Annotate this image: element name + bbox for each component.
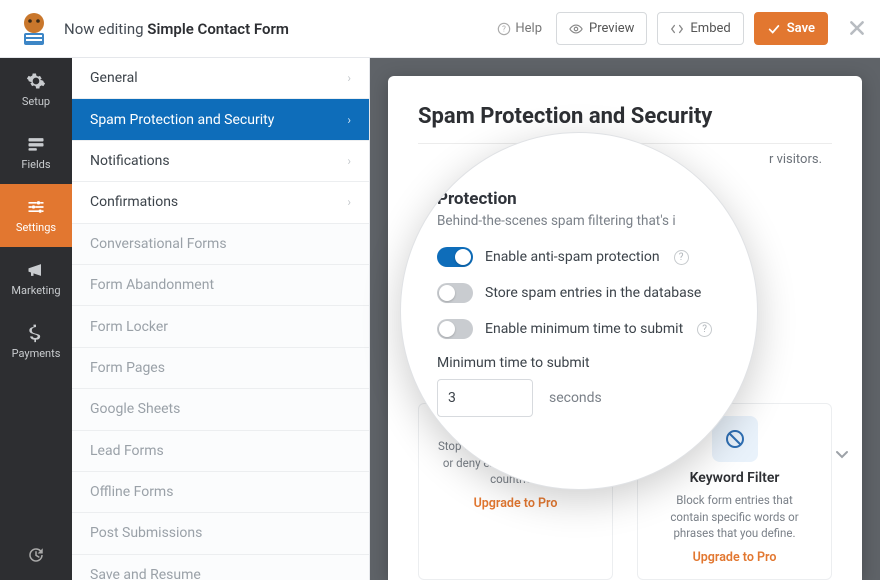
save-button[interactable]: Save	[754, 12, 828, 45]
side-item-abandonment[interactable]: Form Abandonment	[72, 265, 369, 306]
rail-label: Fields	[21, 158, 50, 171]
side-item-conversational[interactable]: Conversational Forms	[72, 224, 369, 265]
side-label: Form Locker	[90, 319, 168, 335]
option-min-time: Enable minimum time to submit ?	[437, 319, 721, 339]
embed-label: Embed	[690, 21, 730, 36]
section-subtext: Behind-the-scenes spam filtering that's …	[437, 213, 721, 229]
rail-label: Payments	[12, 347, 61, 360]
rail-label: Marketing	[11, 284, 60, 297]
editing-prefix: Now editing	[64, 20, 147, 38]
page-title: Spam Protection and Security	[418, 104, 832, 129]
side-label: General	[90, 70, 138, 86]
side-label: Lead Forms	[90, 443, 164, 459]
side-label: Conversational Forms	[90, 236, 227, 252]
code-icon	[670, 22, 684, 36]
side-label: Confirmations	[90, 194, 178, 210]
option-label: Enable minimum time to submit	[485, 321, 683, 337]
help-link[interactable]: ? Help	[497, 21, 542, 36]
min-time-input[interactable]	[437, 379, 533, 417]
collapse-chevron[interactable]	[834, 446, 850, 466]
topbar: Now editing Simple Contact Form ? Help P…	[0, 0, 880, 58]
svg-text:?: ?	[503, 24, 507, 33]
chevron-down-icon	[834, 446, 850, 462]
side-label: Offline Forms	[90, 484, 173, 500]
rail-item-settings[interactable]: Settings	[0, 184, 72, 247]
option-antispam: Enable anti-spam protection ?	[437, 247, 721, 267]
editing-title: Now editing Simple Contact Form	[64, 20, 289, 38]
rail-item-setup[interactable]: Setup	[0, 58, 72, 121]
side-item-leadforms[interactable]: Lead Forms	[72, 431, 369, 472]
fields-icon	[26, 134, 46, 154]
side-label: Notifications	[90, 153, 170, 169]
dollar-icon	[26, 323, 46, 343]
block-icon	[723, 427, 747, 451]
side-item-sheets[interactable]: Google Sheets	[72, 389, 369, 430]
preview-label: Preview	[589, 21, 634, 36]
preview-button[interactable]: Preview	[556, 12, 647, 45]
rail-history-button[interactable]	[0, 530, 72, 580]
side-item-locker[interactable]: Form Locker	[72, 306, 369, 347]
intro-text-tail: r visitors.	[769, 152, 822, 167]
help-label: Help	[515, 21, 542, 36]
min-time-unit: seconds	[549, 390, 602, 406]
option-store-spam: Store spam entries in the database	[437, 283, 721, 303]
zoom-lens: Protection Behind-the-scenes spam filter…	[400, 132, 758, 490]
gear-icon	[26, 71, 46, 91]
close-button[interactable]	[848, 15, 866, 43]
side-label: Form Abandonment	[90, 277, 214, 293]
side-label: Google Sheets	[90, 401, 180, 417]
eye-icon	[569, 22, 583, 36]
rail-label: Setup	[22, 95, 50, 108]
side-item-postsubs[interactable]: Post Submissions	[72, 513, 369, 554]
tile-title: Keyword Filter	[656, 470, 813, 486]
side-item-notifications[interactable]: Notifications ›	[72, 141, 369, 182]
section-heading: Protection	[437, 189, 721, 209]
side-label: Form Pages	[90, 360, 165, 376]
side-label: Spam Protection and Security	[90, 112, 274, 128]
app-logo	[14, 9, 54, 49]
side-item-general[interactable]: General ›	[72, 58, 369, 99]
history-icon	[27, 546, 45, 564]
left-rail: Setup Fields Settings Marketing Payments	[0, 58, 72, 580]
rail-item-marketing[interactable]: Marketing	[0, 247, 72, 310]
min-time-label: Minimum time to submit	[437, 355, 721, 371]
toggle-antispam[interactable]	[437, 247, 473, 267]
side-item-offline[interactable]: Offline Forms	[72, 472, 369, 513]
min-time-field: seconds	[437, 379, 721, 417]
option-label: Enable anti-spam protection	[485, 249, 660, 265]
megaphone-icon	[26, 260, 46, 280]
close-icon	[848, 19, 866, 37]
chevron-right-icon: ›	[347, 113, 351, 127]
rail-item-payments[interactable]: Payments	[0, 310, 72, 373]
sliders-icon	[26, 197, 46, 217]
toggle-min-time[interactable]	[437, 319, 473, 339]
side-item-saveresume[interactable]: Save and Resume	[72, 555, 369, 580]
toggle-store-spam[interactable]	[437, 283, 473, 303]
side-item-spam[interactable]: Spam Protection and Security ›	[72, 99, 369, 140]
help-icon[interactable]: ?	[674, 250, 689, 265]
side-label: Post Submissions	[90, 525, 202, 541]
save-label: Save	[787, 21, 815, 36]
side-label: Save and Resume	[90, 567, 201, 580]
rail-item-fields[interactable]: Fields	[0, 121, 72, 184]
form-name: Simple Contact Form	[147, 20, 289, 38]
embed-button[interactable]: Embed	[657, 12, 743, 45]
help-icon: ?	[497, 22, 511, 36]
side-item-pages[interactable]: Form Pages	[72, 348, 369, 389]
upgrade-link[interactable]: Upgrade to Pro	[437, 496, 594, 511]
chevron-right-icon: ›	[347, 71, 351, 85]
upgrade-link[interactable]: Upgrade to Pro	[656, 550, 813, 565]
side-item-confirmations[interactable]: Confirmations ›	[72, 182, 369, 223]
settings-sidelist: General › Spam Protection and Security › N…	[72, 58, 370, 580]
rail-label: Settings	[16, 221, 56, 234]
help-icon[interactable]: ?	[697, 322, 712, 337]
chevron-right-icon: ›	[347, 195, 351, 209]
option-label: Store spam entries in the database	[485, 285, 701, 301]
chevron-right-icon: ›	[347, 154, 351, 168]
tile-desc: Block form entries that contain specific…	[656, 492, 813, 542]
check-icon	[767, 22, 781, 36]
